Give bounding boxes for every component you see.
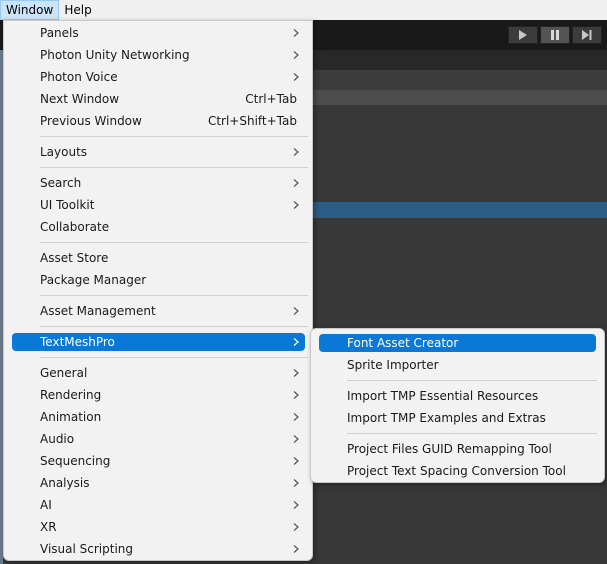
chevron-right-icon (293, 29, 299, 37)
menubar: Window Help (0, 0, 607, 20)
menu-item-collaborate[interactable]: Collaborate (12, 218, 305, 236)
menu-separator (40, 242, 308, 243)
menu-item-animation[interactable]: Animation (12, 408, 305, 426)
menu-item-ai[interactable]: AI (12, 496, 305, 514)
submenu-item-import-tmp-examples-and-extras[interactable]: Import TMP Examples and Extras (319, 409, 596, 427)
chevron-right-icon (293, 51, 299, 59)
chevron-right-icon (293, 413, 299, 421)
menu-item-asset-management[interactable]: Asset Management (12, 302, 305, 320)
menu-separator (40, 167, 308, 168)
menu-separator (40, 326, 308, 327)
menubar-help[interactable]: Help (59, 0, 96, 20)
menu-item-ui-toolkit[interactable]: UI Toolkit (12, 196, 305, 214)
menu-item-search[interactable]: Search (12, 174, 305, 192)
submenu-item-import-tmp-essential-resources[interactable]: Import TMP Essential Resources (319, 387, 596, 405)
menu-item-shortcut: Ctrl+Shift+Tab (207, 114, 297, 128)
menu-separator (347, 433, 597, 434)
menu-item-shortcut: Ctrl+Tab (245, 92, 297, 106)
menu-item-label: Import TMP Essential Resources (347, 389, 539, 403)
chevron-right-icon (293, 179, 299, 187)
menu-item-panels[interactable]: Panels (12, 24, 305, 42)
menu-item-xr[interactable]: XR (12, 518, 305, 536)
step-icon (582, 30, 592, 40)
menu-item-audio[interactable]: Audio (12, 430, 305, 448)
menu-item-photon-voice[interactable]: Photon Voice (12, 68, 305, 86)
menu-item-label: Import TMP Examples and Extras (347, 411, 546, 425)
menu-item-rendering[interactable]: Rendering (12, 386, 305, 404)
menu-item-label: Asset Store (40, 251, 109, 265)
submenu-item-font-asset-creator[interactable]: Font Asset Creator (319, 334, 596, 352)
menu-item-next-window[interactable]: Next Window Ctrl+Tab (12, 90, 305, 108)
menu-item-label: Next Window (40, 92, 120, 106)
window-menu: Panels Photon Unity Networking Photon Vo… (3, 20, 313, 561)
menu-separator (347, 380, 597, 381)
chevron-right-icon (293, 479, 299, 487)
menu-item-label: UI Toolkit (40, 198, 95, 212)
menu-item-label: Analysis (40, 476, 90, 490)
menubar-window[interactable]: Window (0, 0, 60, 20)
menu-item-label: TextMeshPro (40, 335, 115, 349)
pause-button[interactable] (540, 26, 570, 44)
menu-item-label: Photon Voice (40, 70, 118, 84)
menu-item-label: Panels (40, 26, 79, 40)
menu-item-label: Asset Management (40, 304, 156, 318)
menu-item-label: Font Asset Creator (347, 336, 459, 350)
menu-item-label: Audio (40, 432, 75, 446)
pause-icon (551, 30, 559, 40)
chevron-right-icon (293, 369, 299, 377)
menu-item-label: General (40, 366, 88, 380)
menu-item-label: Collaborate (40, 220, 110, 234)
menu-item-label: Rendering (40, 388, 102, 402)
play-button[interactable] (508, 26, 538, 44)
chevron-right-icon (293, 73, 299, 81)
menu-item-visual-scripting[interactable]: Visual Scripting (12, 540, 305, 558)
menu-item-label: Project Files GUID Remapping Tool (347, 442, 552, 456)
menu-item-package-manager[interactable]: Package Manager (12, 271, 305, 289)
menu-separator (40, 136, 308, 137)
chevron-right-icon (293, 148, 299, 156)
menu-item-label: Previous Window (40, 114, 142, 128)
chevron-right-icon (293, 545, 299, 553)
menu-item-label: Sequencing (40, 454, 111, 468)
menu-item-label: AI (40, 498, 52, 512)
menu-item-label: Search (40, 176, 82, 190)
menu-item-previous-window[interactable]: Previous Window Ctrl+Shift+Tab (12, 112, 305, 130)
menu-item-label: Visual Scripting (40, 542, 133, 556)
chevron-right-icon (293, 391, 299, 399)
menu-item-photon-unity-networking[interactable]: Photon Unity Networking (12, 46, 305, 64)
submenu-item-project-files-guid-remapping-tool[interactable]: Project Files GUID Remapping Tool (319, 440, 596, 458)
unity-editor-window: Window Help Panels Photon Unity Networki… (0, 0, 607, 564)
menu-item-label: Layouts (40, 145, 88, 159)
menu-item-analysis[interactable]: Analysis (12, 474, 305, 492)
textmeshpro-submenu: Font Asset Creator Sprite Importer Impor… (310, 328, 605, 483)
play-controls (508, 26, 602, 44)
chevron-right-icon (293, 501, 299, 509)
chevron-right-icon (293, 435, 299, 443)
menu-item-layouts[interactable]: Layouts (12, 143, 305, 161)
menu-separator (40, 357, 308, 358)
menu-item-label: Photon Unity Networking (40, 48, 190, 62)
menu-item-general[interactable]: General (12, 364, 305, 382)
chevron-right-icon (293, 307, 299, 315)
menu-item-label: Project Text Spacing Conversion Tool (347, 464, 566, 478)
menu-item-asset-store[interactable]: Asset Store (12, 249, 305, 267)
chevron-right-icon (293, 338, 299, 346)
menu-separator (40, 295, 308, 296)
menu-item-label: Package Manager (40, 273, 147, 287)
chevron-right-icon (293, 523, 299, 531)
menu-item-label: XR (40, 520, 57, 534)
chevron-right-icon (293, 201, 299, 209)
play-icon (519, 30, 527, 40)
step-button[interactable] (572, 26, 602, 44)
menu-item-label: Animation (40, 410, 102, 424)
submenu-item-project-text-spacing-conversion-tool[interactable]: Project Text Spacing Conversion Tool (319, 462, 596, 480)
menu-item-textmeshpro[interactable]: TextMeshPro (12, 333, 305, 351)
chevron-right-icon (293, 457, 299, 465)
menu-item-sequencing[interactable]: Sequencing (12, 452, 305, 470)
menu-item-label: Sprite Importer (347, 358, 439, 372)
submenu-item-sprite-importer[interactable]: Sprite Importer (319, 356, 596, 374)
